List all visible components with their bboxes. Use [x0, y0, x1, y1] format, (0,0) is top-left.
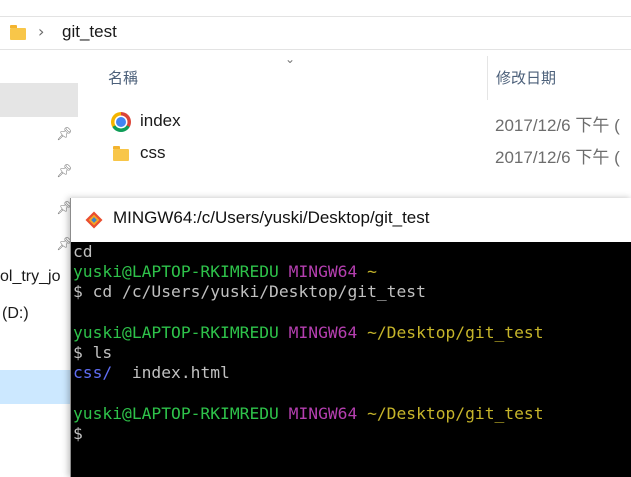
file-date: 2017/12/6 下午 ( [495, 148, 620, 167]
pin-icon[interactable]: 📌︎ [56, 164, 73, 179]
terminal-line: yuski@LAPTOP-RKIMREDU MINGW64 ~/Desktop/… [73, 404, 631, 424]
terminal-text-segment: MINGW64 [288, 403, 368, 423]
column-divider[interactable] [487, 56, 488, 100]
sort-chevron-icon[interactable]: ⌄ [285, 52, 295, 66]
address-bar[interactable]: › git_test [0, 16, 631, 50]
nav-item-highlight[interactable] [0, 370, 72, 404]
terminal-text-segment: yuski@LAPTOP-RKIMREDU [73, 322, 289, 342]
column-header-modified[interactable]: 修改日期 [496, 67, 556, 88]
terminal-text-segment: index.html [112, 363, 230, 383]
pin-icon[interactable]: 📌︎ [56, 127, 73, 142]
terminal-text-segment: MINGW64 [288, 262, 368, 282]
folder-icon [113, 146, 129, 161]
git-icon [85, 211, 103, 229]
terminal-title: MINGW64:/c/Users/yuski/Desktop/git_test [113, 208, 430, 227]
terminal-text-segment: $ cd /c/Users/yuski/Desktop/git_test [73, 282, 426, 302]
terminal-line: css/ index.html [73, 363, 631, 383]
terminal-text-segment: yuski@LAPTOP-RKIMREDU [73, 262, 289, 282]
terminal-text-segment: $ [73, 423, 83, 443]
terminal-line: yuski@LAPTOP-RKIMREDU MINGW64 ~ [73, 262, 631, 282]
chrome-icon [111, 112, 131, 132]
file-row-css[interactable]: css 2017/12/6 下午 ( [80, 139, 631, 169]
nav-item-selected[interactable] [0, 83, 78, 117]
folder-icon [10, 25, 26, 40]
terminal-titlebar[interactable]: MINGW64:/c/Users/yuski/Desktop/git_test [71, 198, 631, 243]
terminal-line: $ cd /c/Users/yuski/Desktop/git_test [73, 282, 631, 302]
terminal-line: $ [73, 424, 631, 444]
breadcrumb-git-test[interactable]: git_test [62, 22, 117, 42]
terminal-text-segment: css/ [73, 363, 113, 383]
navigation-pane: 📌︎ 📌︎ 📌︎ 📌︎ ol_try_jo (D:) [0, 50, 80, 477]
terminal-line: cd [73, 242, 631, 262]
terminal-text-segment: ~/Desktop/git_test [367, 322, 544, 342]
file-name[interactable]: index [140, 111, 181, 131]
column-header-name[interactable]: 名稱 [108, 67, 138, 88]
terminal-text-segment: yuski@LAPTOP-RKIMREDU [73, 403, 289, 423]
terminal-text-segment: cd [73, 242, 93, 261]
terminal-text-segment: MINGW64 [288, 322, 368, 342]
file-date: 2017/12/6 下午 ( [495, 116, 620, 135]
terminal-line: $ ls [73, 343, 631, 363]
terminal-text-segment: $ ls [73, 342, 113, 362]
chevron-right-icon[interactable]: › [38, 22, 44, 41]
terminal-output[interactable]: cd yuski@LAPTOP-RKIMREDU MINGW64 ~ $ cd /c… [71, 242, 631, 477]
terminal-text-segment: ~/Desktop/git_test [367, 403, 544, 423]
terminal-window[interactable]: MINGW64:/c/Users/yuski/Desktop/git_test … [70, 198, 631, 477]
nav-item-ol-try-jo[interactable]: ol_try_jo [0, 268, 60, 286]
file-row-index[interactable]: index 2017/12/6 下午 ( [80, 107, 631, 137]
terminal-text-segment: ~ [367, 262, 377, 282]
file-name[interactable]: css [140, 143, 166, 163]
terminal-line: yuski@LAPTOP-RKIMREDU MINGW64 ~/Desktop/… [73, 323, 631, 343]
nav-item-drive-d[interactable]: (D:) [2, 305, 29, 323]
